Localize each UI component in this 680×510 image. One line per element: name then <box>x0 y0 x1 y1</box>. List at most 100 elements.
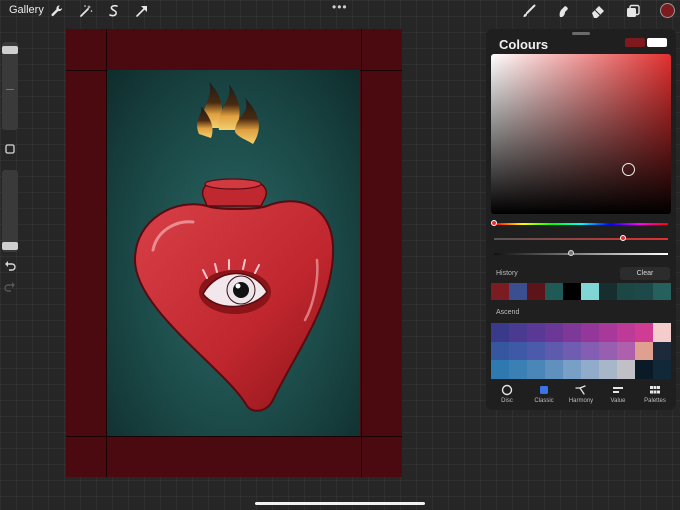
brush-size-handle[interactable] <box>2 46 18 54</box>
palette-swatch[interactable] <box>581 360 599 379</box>
current-color-button[interactable] <box>660 3 675 18</box>
disc-icon <box>501 383 513 396</box>
palette-swatch[interactable] <box>527 323 545 342</box>
palette-swatch[interactable] <box>563 323 581 342</box>
palette-swatch[interactable] <box>491 360 509 379</box>
smudge-icon[interactable] <box>555 3 571 19</box>
color-picker-cursor[interactable] <box>622 163 635 176</box>
saturation-slider-handle[interactable] <box>620 235 626 241</box>
panel-title: Colours <box>499 37 549 52</box>
palette-swatch[interactable] <box>581 323 599 342</box>
palette-swatch[interactable] <box>509 360 527 379</box>
palette-swatch[interactable] <box>617 341 635 361</box>
palette-swatch[interactable] <box>653 360 671 379</box>
colour-mode-tabs: Disc Classic Harmony Value Palettes <box>486 382 676 410</box>
palette-label: Ascend <box>496 309 520 316</box>
hue-slider-handle[interactable] <box>491 220 497 226</box>
home-indicator[interactable] <box>255 502 425 505</box>
history-label: History <box>496 270 518 277</box>
history-swatch[interactable] <box>527 283 545 300</box>
primary-color-swatch[interactable] <box>625 38 645 47</box>
palette-swatch[interactable] <box>653 323 671 342</box>
palettes-grid-icon <box>649 383 661 395</box>
value-sliders-icon <box>612 383 624 395</box>
palette-swatch[interactable] <box>527 341 545 361</box>
slider-divider <box>6 89 14 90</box>
more-actions-button[interactable]: ••• <box>332 0 348 14</box>
left-sidebar <box>0 42 22 302</box>
gallery-button[interactable]: Gallery <box>9 4 44 16</box>
saturation-slider[interactable] <box>494 238 668 240</box>
palette-swatch[interactable] <box>599 323 617 342</box>
tab-label: Disc <box>501 398 513 404</box>
brush-opacity-slider[interactable] <box>2 170 18 252</box>
history-swatch[interactable] <box>491 283 509 300</box>
palette-swatch[interactable] <box>491 341 509 361</box>
artwork-panel <box>107 70 360 436</box>
saturation-brightness-picker[interactable] <box>491 54 671 214</box>
tab-label: Classic <box>534 398 554 404</box>
panel-grabber[interactable] <box>572 32 590 35</box>
palette-swatch[interactable] <box>599 360 617 379</box>
frame-line <box>66 436 402 437</box>
magic-wand-icon[interactable] <box>78 3 94 19</box>
harmony-icon <box>575 383 587 395</box>
selection-icon[interactable] <box>106 3 122 19</box>
tab-label: Value <box>610 398 626 404</box>
tab-palettes[interactable]: Palettes <box>637 382 673 404</box>
palette-swatch[interactable] <box>617 360 635 379</box>
undo-icon[interactable] <box>3 259 17 273</box>
colours-panel: Colours History Clear Ascend Disc Classi… <box>486 29 676 410</box>
palette-swatch[interactable] <box>635 341 653 361</box>
palette-swatch[interactable] <box>491 323 509 342</box>
modify-square-icon[interactable] <box>3 142 17 156</box>
brush-icon[interactable] <box>521 3 537 19</box>
history-swatch[interactable] <box>635 283 653 300</box>
tab-harmony[interactable]: Harmony <box>563 382 599 404</box>
layers-icon[interactable] <box>625 3 641 19</box>
history-swatch[interactable] <box>581 283 599 300</box>
palette-swatch[interactable] <box>527 360 545 379</box>
palette-swatch[interactable] <box>509 341 527 361</box>
history-swatch[interactable] <box>509 283 527 300</box>
brush-size-slider[interactable] <box>2 42 18 130</box>
history-swatches <box>491 283 671 300</box>
palette-swatch[interactable] <box>635 360 653 379</box>
tab-label: Harmony <box>568 398 594 404</box>
top-toolbar: Gallery ••• <box>0 0 680 22</box>
classic-square-icon <box>538 383 550 395</box>
palette-swatch[interactable] <box>509 323 527 342</box>
redo-icon[interactable] <box>3 280 17 294</box>
hue-slider[interactable] <box>494 223 668 225</box>
palette-swatch[interactable] <box>653 341 671 361</box>
palette-swatch[interactable] <box>563 341 581 361</box>
brightness-slider-handle[interactable] <box>568 250 574 256</box>
palette-swatch[interactable] <box>545 341 563 361</box>
clear-history-button[interactable]: Clear <box>620 267 670 280</box>
history-swatch[interactable] <box>653 283 671 300</box>
eraser-icon[interactable] <box>590 3 606 19</box>
transform-arrow-icon[interactable] <box>134 3 150 19</box>
frame-line <box>361 29 362 477</box>
brush-opacity-handle[interactable] <box>2 242 18 250</box>
palette-swatch[interactable] <box>563 360 581 379</box>
heart-artwork <box>133 82 335 412</box>
palette-swatch[interactable] <box>617 323 635 342</box>
history-swatch[interactable] <box>545 283 563 300</box>
history-swatch[interactable] <box>599 283 617 300</box>
history-swatch[interactable] <box>617 283 635 300</box>
tab-disc[interactable]: Disc <box>489 382 525 404</box>
palette-grid <box>491 323 671 379</box>
brightness-slider[interactable] <box>494 253 668 255</box>
tab-value[interactable]: Value <box>600 382 636 404</box>
secondary-color-swatch[interactable] <box>647 38 667 47</box>
palette-swatch[interactable] <box>545 323 563 342</box>
tab-label: Palettes <box>644 398 666 404</box>
palette-swatch[interactable] <box>635 323 653 342</box>
palette-swatch[interactable] <box>581 341 599 361</box>
palette-swatch[interactable] <box>545 360 563 379</box>
tab-classic[interactable]: Classic <box>526 382 562 404</box>
palette-swatch[interactable] <box>599 341 617 361</box>
history-swatch[interactable] <box>563 283 581 300</box>
wrench-icon[interactable] <box>49 3 65 19</box>
